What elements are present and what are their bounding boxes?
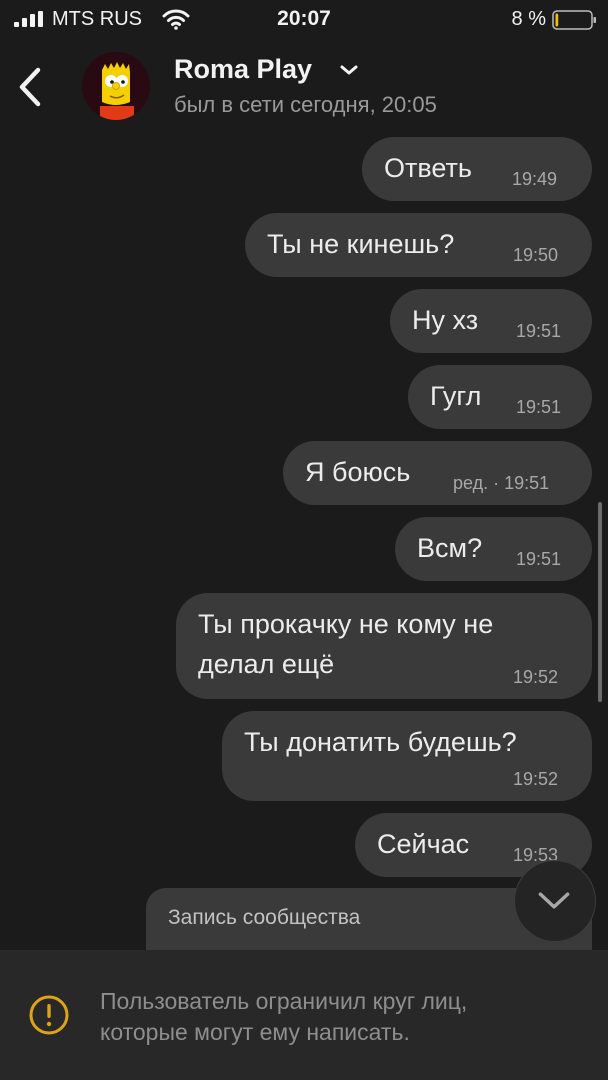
scrollbar[interactable] xyxy=(598,502,602,702)
message-text: Всм? xyxy=(417,533,483,563)
messaging-restricted-banner: Пользователь ограничил круг лиц, которые… xyxy=(0,950,608,1080)
last-seen-status: был в сети сегодня, 20:05 xyxy=(174,92,437,117)
message-bubble[interactable]: Ответь 19:49 xyxy=(362,137,592,201)
message-bubble[interactable]: Гугл 19:51 xyxy=(408,365,592,429)
message-bubble[interactable]: Ты донатить будешь? 19:52 xyxy=(222,711,592,801)
message-bubble[interactable]: Всм? 19:51 xyxy=(395,517,592,581)
message-time: 19:51 xyxy=(516,321,562,341)
message-text: Ну хз xyxy=(412,305,479,335)
scroll-down-button[interactable] xyxy=(514,860,596,942)
message-time: 19:50 xyxy=(513,245,559,265)
message-bubble[interactable]: Ты прокачку не кому не делал ещё 19:52 xyxy=(176,593,592,699)
back-arrow-icon[interactable] xyxy=(10,62,50,112)
message-bubble[interactable]: Ну хз 19:51 xyxy=(390,289,592,353)
community-post-label: Запись сообщества xyxy=(168,906,361,929)
message-text: Ответь xyxy=(384,153,472,183)
message-time: 19:51 xyxy=(516,549,562,569)
message-text: Гугл xyxy=(430,381,482,411)
warning-icon xyxy=(29,995,69,1035)
status-bar: MTS RUS 20:07 8 % xyxy=(0,0,608,40)
message-time: 19:49 xyxy=(512,169,558,189)
battery-icon xyxy=(552,10,596,30)
message-bubble[interactable]: Ты не кинешь? 19:50 xyxy=(245,213,592,277)
message-time: ред. · 19:51 xyxy=(453,473,550,493)
cartoon-avatar-icon xyxy=(82,52,150,120)
message-time: 19:52 xyxy=(513,667,559,687)
avatar[interactable] xyxy=(82,52,150,120)
battery-level-fill xyxy=(555,13,559,27)
contact-name[interactable]: Roma Play xyxy=(174,54,312,85)
chat-header: Roma Play был в сети сегодня, 20:05 xyxy=(0,40,608,135)
message-text-line: делал ещё xyxy=(198,649,335,679)
restriction-text: Пользователь ограничил круг лиц, которые… xyxy=(100,986,580,1048)
message-time: 19:52 xyxy=(513,769,559,789)
restriction-text-line: Пользователь ограничил круг лиц, xyxy=(100,988,468,1014)
message-text: Ты не кинешь? xyxy=(267,229,455,259)
message-text-line: Ты прокачку не кому не xyxy=(198,609,494,639)
message-text: Сейчас xyxy=(377,829,470,859)
chevron-down-icon xyxy=(538,892,570,909)
chevron-down-icon[interactable] xyxy=(338,62,360,78)
message-bubble[interactable]: Я боюсь ред. · 19:51 xyxy=(283,441,592,505)
message-text: Я боюсь xyxy=(305,457,411,487)
message-text: Ты донатить будешь? xyxy=(244,727,517,757)
battery-percent: 8 % xyxy=(511,8,546,30)
restriction-text-line: которые могут ему написать. xyxy=(100,1019,410,1045)
message-time: 19:51 xyxy=(516,397,562,417)
